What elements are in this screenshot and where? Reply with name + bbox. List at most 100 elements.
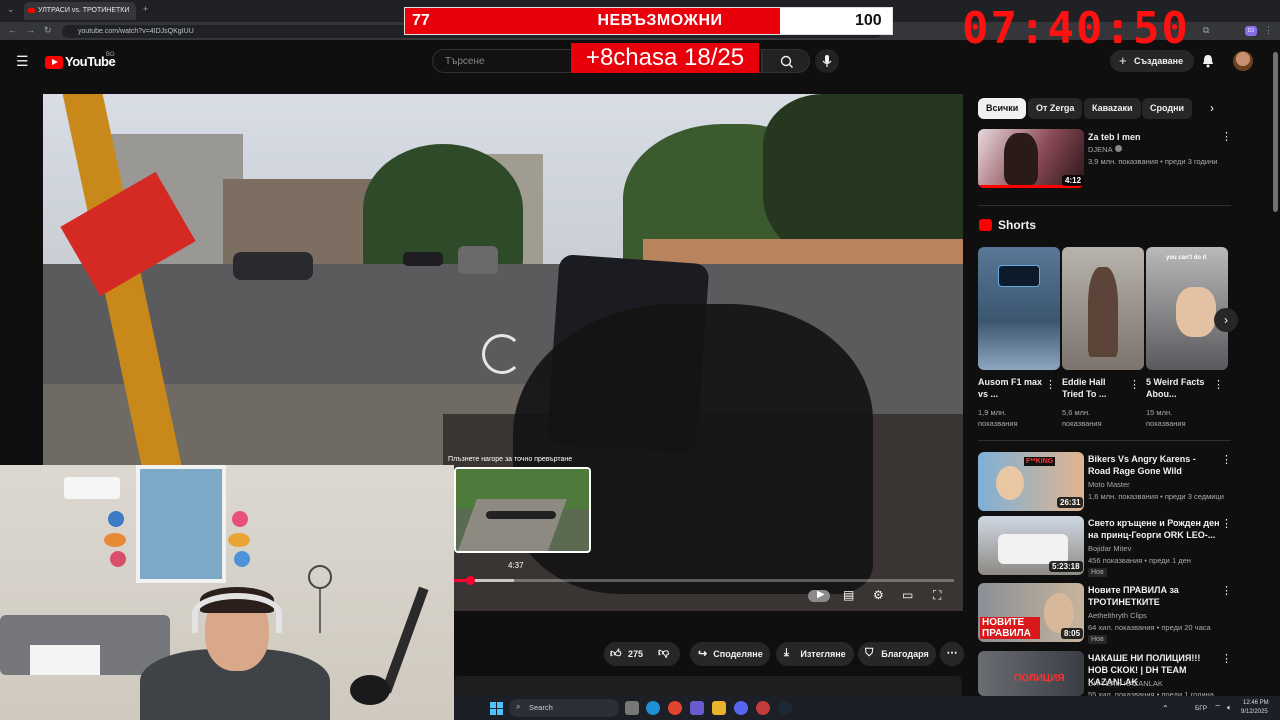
video-title[interactable]: Свето кръщене и Рожден ден на принц-Геор… — [1088, 517, 1220, 541]
download-button[interactable]: ⤓ Изтегляне — [776, 642, 854, 666]
search-button[interactable] — [762, 49, 810, 73]
volume-icon[interactable]: 🔈︎ — [1227, 703, 1232, 713]
preview-handlebar — [486, 511, 556, 519]
cam-stickers — [104, 511, 134, 571]
loading-spinner-icon — [482, 334, 522, 374]
video-thumbnail[interactable]: ПОЛИЦИЯ — [978, 651, 1084, 696]
thanks-button[interactable]: ⛉ Благодаря — [858, 642, 936, 666]
short-thumbnail[interactable] — [978, 247, 1060, 370]
short-views: 5,6 млн. показвания — [1062, 408, 1102, 428]
video-menu-icon[interactable]: ⋮ — [1221, 517, 1232, 530]
chip-related[interactable]: Сродни — [1142, 98, 1193, 119]
scrubber-handle[interactable] — [466, 576, 475, 585]
notifications-bell-icon[interactable] — [1200, 53, 1216, 69]
video-menu-icon[interactable]: ⋮ — [1221, 130, 1232, 143]
task-view-icon[interactable] — [625, 701, 639, 715]
browser-tab[interactable]: УЛТРАСИ vs. ТРОТИНЕТКИ — [24, 2, 136, 20]
tab-list-icon[interactable]: ⌄ — [7, 4, 15, 15]
chip-all[interactable]: Всички — [978, 98, 1027, 119]
short-menu-icon[interactable]: ⋮ — [1213, 378, 1224, 391]
win-square — [490, 709, 496, 715]
taskbar-search[interactable]: ⌕ Search — [509, 699, 619, 717]
chips-next-icon[interactable]: › — [1210, 101, 1214, 115]
share-icon: ↪ — [698, 648, 708, 660]
win-square — [497, 709, 503, 715]
create-label: Създаване — [1134, 56, 1184, 66]
windows-start-icon[interactable] — [490, 702, 503, 715]
video-channel[interactable]: DH TEAM KAZANLAK — [1088, 678, 1163, 689]
video-title[interactable]: Bikers Vs Angry Karens - Road Rage Gone … — [1088, 453, 1216, 477]
chrome-icon[interactable] — [668, 701, 682, 715]
clock-date[interactable]: 9/12/2025 — [1241, 709, 1268, 715]
new-tab-icon[interactable]: + — [143, 4, 148, 14]
short-menu-icon[interactable]: ⋮ — [1045, 378, 1056, 391]
short-title[interactable]: Eddie Hall Tried To ... — [1062, 376, 1128, 400]
video-channel[interactable]: DJENA — [1088, 144, 1113, 155]
edge-browser-icon[interactable] — [646, 701, 660, 715]
url-text: youtube.com/watch?v=4IDJsQKgIUU — [78, 28, 194, 35]
steam-icon[interactable] — [778, 701, 792, 715]
network-icon[interactable]: ⌔ — [1214, 703, 1222, 713]
like-count[interactable]: 275 — [628, 649, 643, 659]
input-language[interactable]: БГР — [1195, 705, 1207, 712]
more-actions-icon[interactable]: ⋯ — [940, 642, 964, 666]
video-channel[interactable]: Bojidar Mitev — [1088, 543, 1131, 554]
short-menu-icon[interactable]: ⋮ — [1129, 378, 1140, 391]
win-square — [497, 702, 503, 708]
thumb-people — [998, 534, 1068, 564]
thanks-label: Благодаря — [881, 649, 929, 659]
video-menu-icon[interactable]: ⋮ — [1221, 652, 1232, 665]
sticker — [228, 533, 250, 547]
fullscreen-icon[interactable]: ⛶ — [933, 588, 941, 603]
chip-kawasaki[interactable]: Каваzaки — [1084, 98, 1141, 119]
video-meta: 64 хил. показвания • преди 20 часа — [1088, 623, 1211, 632]
video-title[interactable]: Новите ПРАВИЛА за ТРОТИНЕТКИТЕ — [1088, 584, 1216, 608]
short-title[interactable]: Ausom F1 max vs ... — [978, 376, 1044, 400]
profile-avatar[interactable]: DJ — [1245, 26, 1257, 36]
chip-from-channel[interactable]: От Zerga — [1028, 98, 1083, 119]
obs-icon[interactable] — [756, 701, 770, 715]
search-placeholder: Търсене — [445, 56, 485, 67]
sticker — [232, 511, 248, 527]
forward-icon[interactable]: → — [26, 25, 35, 35]
divider — [978, 440, 1231, 441]
divider — [978, 205, 1231, 206]
voice-search-button[interactable] — [815, 49, 839, 73]
progress-bar[interactable] — [454, 579, 954, 582]
short-thumbnail[interactable]: you can't do it — [1146, 247, 1228, 370]
bike-frame — [381, 586, 429, 694]
reload-icon[interactable]: ↻ — [44, 25, 52, 36]
file-explorer-icon[interactable] — [712, 701, 726, 715]
goal-target-number: 100 — [855, 12, 882, 29]
clock-time[interactable]: 12:46 PM — [1243, 700, 1269, 706]
tray-chevron-icon[interactable]: ⌃ — [1162, 704, 1169, 713]
share-button[interactable]: ↪ Споделяне — [690, 642, 770, 666]
settings-gear-icon[interactable]: ⚙ — [873, 588, 884, 602]
video-menu-icon[interactable]: ⋮ — [1221, 584, 1232, 597]
shorts-next-button[interactable]: › — [1214, 308, 1238, 332]
subathon-counter: +8chasa 18/25 — [571, 43, 759, 73]
like-icon[interactable]: 👍︎ — [610, 647, 622, 660]
teams-icon[interactable] — [690, 701, 704, 715]
account-avatar[interactable] — [1233, 51, 1253, 71]
discord-icon[interactable] — [734, 701, 748, 715]
video-channel[interactable]: Aethelthryth Clips — [1088, 610, 1147, 621]
short-title[interactable]: 5 Weird Facts Abou... — [1146, 376, 1212, 400]
cam-headphones — [192, 593, 282, 633]
hamburger-menu-icon[interactable]: ☰ — [16, 53, 29, 70]
theater-mode-icon[interactable]: ▭ — [902, 588, 913, 602]
dislike-icon[interactable]: 👎︎ — [658, 646, 669, 659]
page-scrollbar[interactable] — [1273, 52, 1278, 212]
browser-menu-icon[interactable]: ⋮ — [1264, 25, 1273, 36]
sticker — [234, 551, 250, 567]
video-duration: 26:31 — [1057, 497, 1084, 508]
thumb-text: ПОЛИЦИЯ — [1014, 673, 1065, 684]
short-thumbnail[interactable] — [1062, 247, 1144, 370]
back-icon[interactable]: ← — [8, 25, 17, 35]
extensions-icon[interactable]: ⧉ — [1203, 25, 1209, 36]
description-box[interactable] — [454, 676, 962, 698]
subtitles-icon[interactable]: ▤ — [843, 588, 854, 602]
video-channel[interactable]: Moto Master — [1088, 479, 1130, 490]
video-title[interactable]: Za teb I men — [1088, 131, 1213, 143]
video-menu-icon[interactable]: ⋮ — [1221, 453, 1232, 466]
